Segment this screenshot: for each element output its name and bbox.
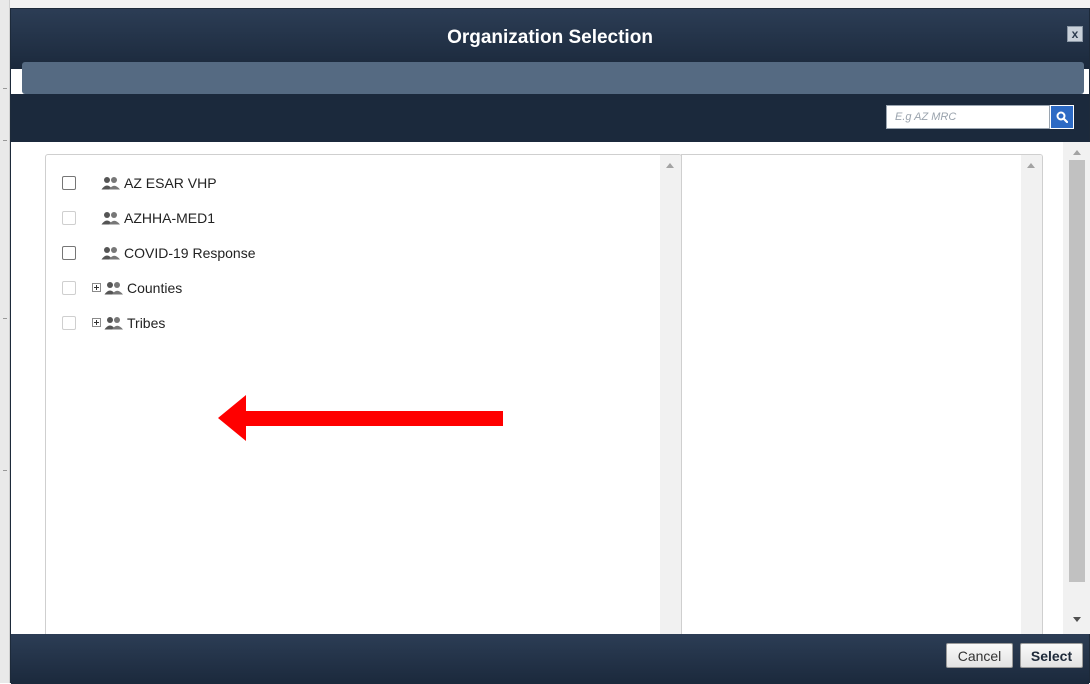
group-icon <box>101 246 121 260</box>
dialog-footer: Cancel Select <box>11 634 1089 684</box>
org-label: AZ ESAR VHP <box>124 174 217 191</box>
org-checkbox <box>62 210 76 225</box>
org-tree-item[interactable]: AZ ESAR VHP <box>62 165 256 200</box>
scrollbar-thumb[interactable] <box>1069 160 1085 582</box>
scroll-down-icon[interactable] <box>1073 617 1081 622</box>
group-icon <box>101 211 121 225</box>
selected-organizations-panel <box>681 154 1043 634</box>
expand-icon[interactable] <box>92 318 101 327</box>
header-band <box>22 62 1084 94</box>
organization-selection-dialog: Organization Selection x AZ ESAR VHP AZHH… <box>10 8 1090 684</box>
org-tree-item[interactable]: Tribes <box>62 305 256 340</box>
org-checkbox <box>62 315 76 330</box>
org-label: COVID-19 Response <box>124 244 256 261</box>
search-input[interactable] <box>886 105 1050 129</box>
dialog-scrollbar[interactable] <box>1063 142 1090 634</box>
org-tree-item[interactable]: AZHHA-MED1 <box>62 200 256 235</box>
organization-tree: AZ ESAR VHP AZHHA-MED1 COVID-19 Response Co… <box>62 165 256 340</box>
tree-scrollbar[interactable] <box>660 155 681 634</box>
org-tree-item[interactable]: Counties <box>62 270 256 305</box>
scroll-up-icon[interactable] <box>1027 163 1035 168</box>
group-icon <box>104 316 124 330</box>
group-icon <box>104 281 124 295</box>
org-label: AZHHA-MED1 <box>124 209 216 226</box>
org-label: Counties <box>127 279 183 296</box>
search-button[interactable] <box>1050 105 1074 129</box>
close-button[interactable]: x <box>1067 26 1083 42</box>
organization-tree-panel: AZ ESAR VHP AZHHA-MED1 COVID-19 Response Co… <box>45 154 682 634</box>
group-icon <box>101 176 121 190</box>
search-icon <box>1056 111 1068 123</box>
org-checkbox <box>62 280 76 295</box>
scroll-up-icon[interactable] <box>1073 150 1081 155</box>
selected-scrollbar[interactable] <box>1021 155 1042 634</box>
page-background-edge <box>0 0 10 683</box>
expand-icon[interactable] <box>92 283 101 292</box>
cancel-button[interactable]: Cancel <box>946 643 1013 668</box>
org-label: Tribes <box>127 314 166 331</box>
dialog-content: AZ ESAR VHP AZHHA-MED1 COVID-19 Response Co… <box>11 142 1090 634</box>
scroll-up-icon[interactable] <box>666 163 674 168</box>
dialog-title: Organization Selection <box>447 27 653 48</box>
org-checkbox[interactable] <box>62 245 76 260</box>
select-button[interactable]: Select <box>1020 643 1083 668</box>
dialog-titlebar: Organization Selection x <box>11 9 1089 69</box>
org-checkbox[interactable] <box>62 175 76 190</box>
org-tree-item[interactable]: COVID-19 Response <box>62 235 256 270</box>
